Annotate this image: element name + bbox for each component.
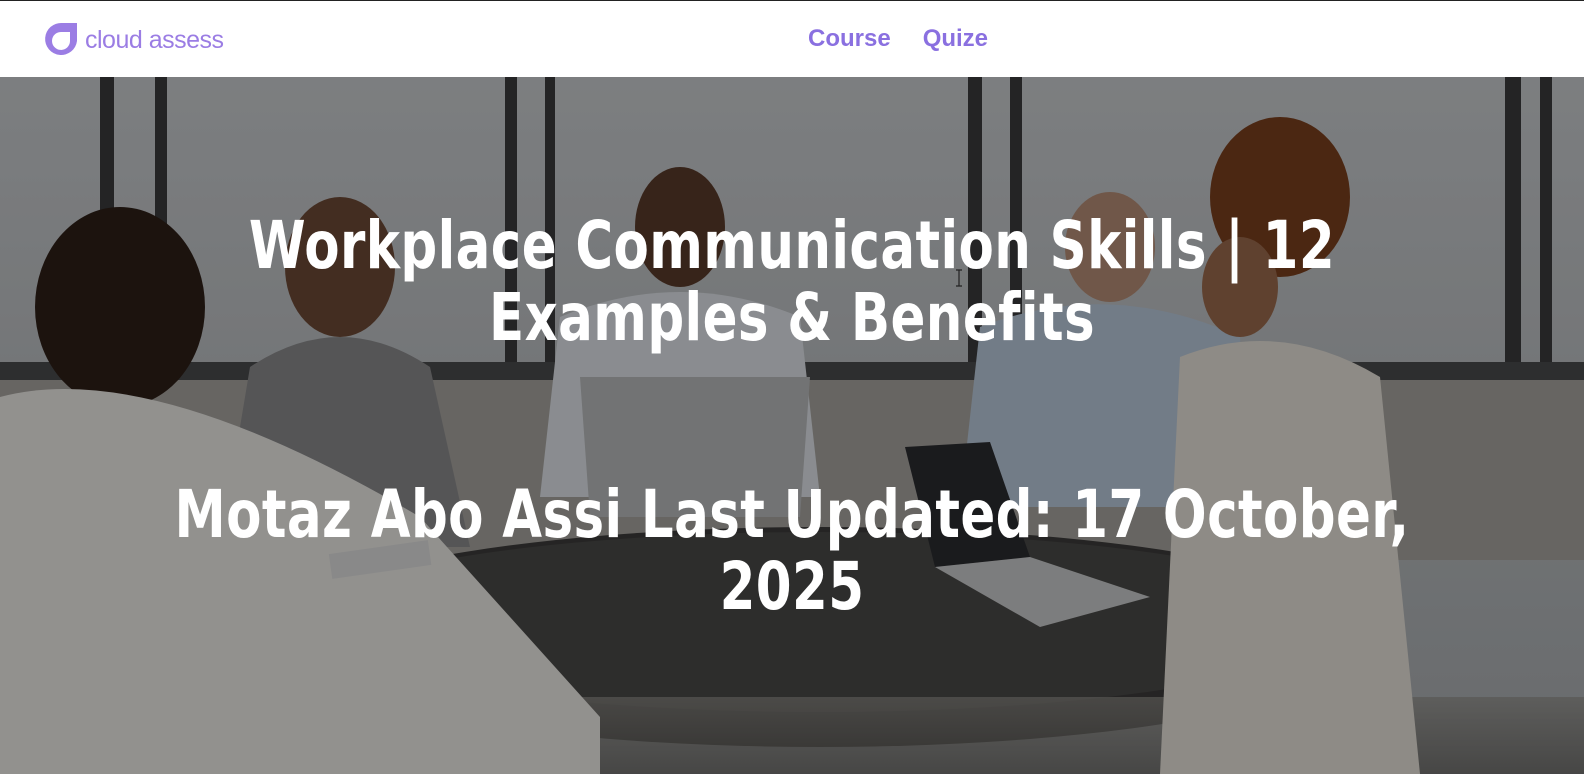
text-cursor-icon (956, 269, 962, 287)
author-and-date: Motaz Abo Assi Last Updated: 17 October,… (174, 476, 1410, 625)
page-title: Workplace Communication Skills | 12 Exam… (248, 207, 1336, 356)
hero-banner: Workplace Communication Skills | 12 Exam… (0, 77, 1584, 774)
site-header: cloud assess Course Quize (0, 0, 1584, 77)
main-nav: Course Quize (808, 1, 988, 78)
hero-overlay (0, 77, 1584, 774)
cloud-assess-logo-icon (45, 22, 77, 55)
nav-link-quize[interactable]: Quize (923, 25, 988, 53)
nav-link-course[interactable]: Course (808, 25, 891, 53)
logo-text: cloud assess (85, 26, 224, 54)
logo-link[interactable]: cloud assess (43, 20, 224, 60)
